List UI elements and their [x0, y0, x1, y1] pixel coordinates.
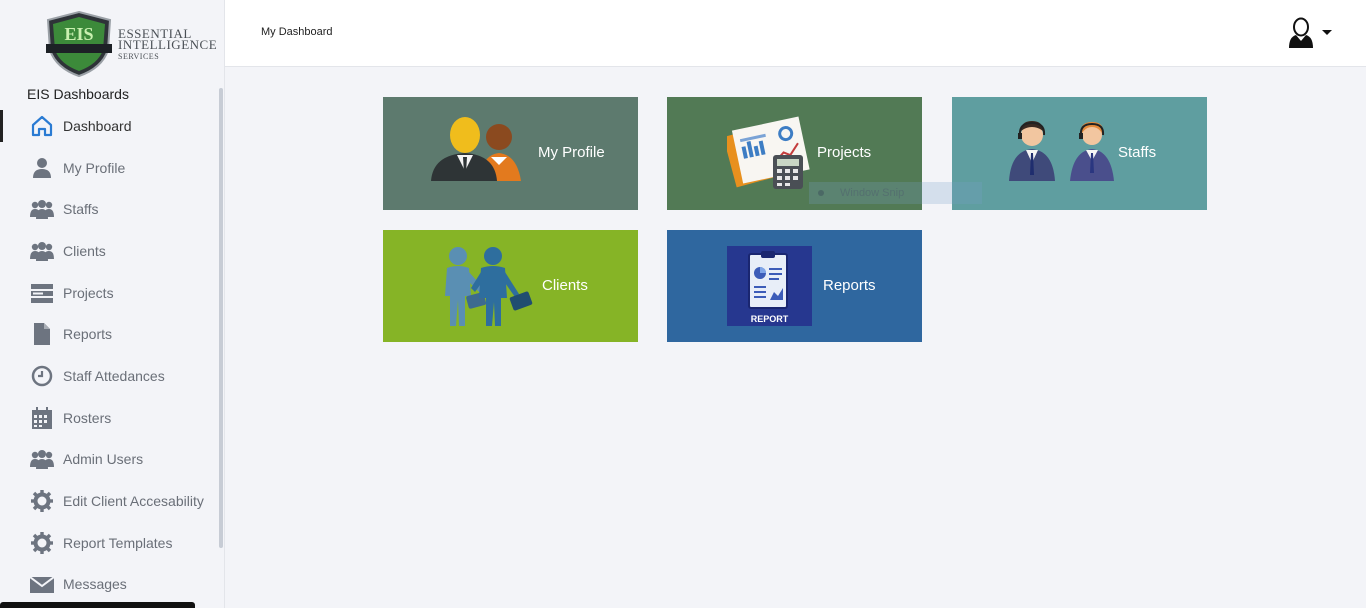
sidebar: EIS ESSENTIAL INTELLIGENCE SERVICES EIS … — [0, 0, 225, 608]
calendar-icon — [29, 406, 55, 429]
tile-label: Staffs — [1118, 144, 1157, 161]
tile-staffs[interactable]: Staffs — [952, 97, 1207, 210]
sidebar-item-label: Staffs — [63, 201, 99, 218]
support-staff-icon — [1009, 121, 1114, 181]
sidebar-item-dashboard[interactable]: Dashboard — [0, 105, 219, 147]
brand-logo[interactable]: EIS ESSENTIAL INTELLIGENCE SERVICES — [42, 10, 217, 80]
users-icon — [29, 198, 55, 220]
sidebar-item-label: Messages — [63, 576, 127, 593]
svg-text:EIS: EIS — [64, 24, 93, 44]
user-avatar-icon — [1289, 17, 1313, 48]
shield-logo-icon: EIS — [46, 10, 112, 78]
profile-people-icon — [431, 117, 521, 181]
window-snip-overlay: Window Snip — [809, 182, 982, 204]
sidebar-item-label: Dashboard — [63, 117, 132, 134]
taskbar-edge — [0, 602, 195, 608]
tile-label: Projects — [817, 144, 872, 161]
tile-reports[interactable]: REPORT Reports — [667, 230, 922, 342]
handshake-clients-icon — [445, 247, 533, 326]
topbar: My Dashboard — [225, 0, 1366, 67]
tile-my-profile[interactable]: My Profile — [383, 97, 638, 210]
sidebar-heading: EIS Dashboards — [27, 86, 129, 102]
breadcrumb: My Dashboard — [261, 26, 333, 38]
brand-line-2: INTELLIGENCE — [118, 37, 218, 52]
gear-icon — [29, 490, 55, 513]
sidebar-item-clients[interactable]: Clients — [0, 230, 219, 272]
sidebar-item-my-profile[interactable]: My Profile — [0, 147, 219, 189]
project-planner-icon — [727, 116, 810, 189]
clock-icon — [29, 365, 55, 387]
users-icon — [29, 240, 55, 262]
sidebar-item-staffs[interactable]: Staffs — [0, 188, 219, 230]
sidebar-item-edit-client-accesability[interactable]: Edit Client Accesability — [0, 480, 219, 522]
snip-icon — [818, 190, 824, 196]
chevron-down-icon — [1322, 30, 1332, 35]
tile-label: Reports — [823, 277, 876, 294]
sidebar-item-rosters[interactable]: Rosters — [0, 397, 219, 439]
home-icon — [29, 115, 55, 137]
sidebar-item-label: Clients — [63, 242, 106, 259]
sidebar-nav: Dashboard My Profile Staffs Clients Proj… — [0, 105, 219, 605]
sidebar-item-label: Admin Users — [63, 451, 144, 468]
user-menu-button[interactable] — [1287, 16, 1333, 50]
brand-line-3: SERVICES — [118, 52, 160, 61]
sidebar-item-report-templates[interactable]: Report Templates — [0, 522, 219, 564]
server-icon — [29, 282, 55, 304]
tile-clients[interactable]: Clients — [383, 230, 638, 342]
sidebar-scrollbar[interactable] — [219, 88, 223, 548]
snip-label: Window Snip — [840, 187, 905, 199]
envelope-icon — [29, 573, 55, 595]
sidebar-item-messages[interactable]: Messages — [0, 564, 219, 606]
sidebar-item-label: Staff Attedances — [63, 367, 165, 384]
sidebar-item-label: Report Templates — [63, 534, 173, 551]
sidebar-item-staff-attedances[interactable]: Staff Attedances — [0, 355, 219, 397]
sidebar-item-label: My Profile — [63, 159, 126, 176]
tile-label: Clients — [542, 277, 588, 294]
gear-icon — [29, 531, 55, 554]
sidebar-item-reports[interactable]: Reports — [0, 313, 219, 355]
users-icon — [29, 448, 55, 470]
sidebar-item-label: Reports — [63, 326, 113, 343]
tile-label: My Profile — [538, 144, 605, 161]
sidebar-item-label: Rosters — [63, 409, 112, 426]
report-badge-text: REPORT — [751, 314, 789, 324]
sidebar-item-admin-users[interactable]: Admin Users — [0, 439, 219, 481]
user-icon — [29, 157, 55, 179]
sidebar-item-label: Projects — [63, 284, 114, 301]
report-clipboard-icon: REPORT — [727, 246, 812, 326]
sidebar-item-label: Edit Client Accesability — [63, 493, 204, 510]
file-icon — [29, 323, 55, 346]
sidebar-item-projects[interactable]: Projects — [0, 272, 219, 314]
